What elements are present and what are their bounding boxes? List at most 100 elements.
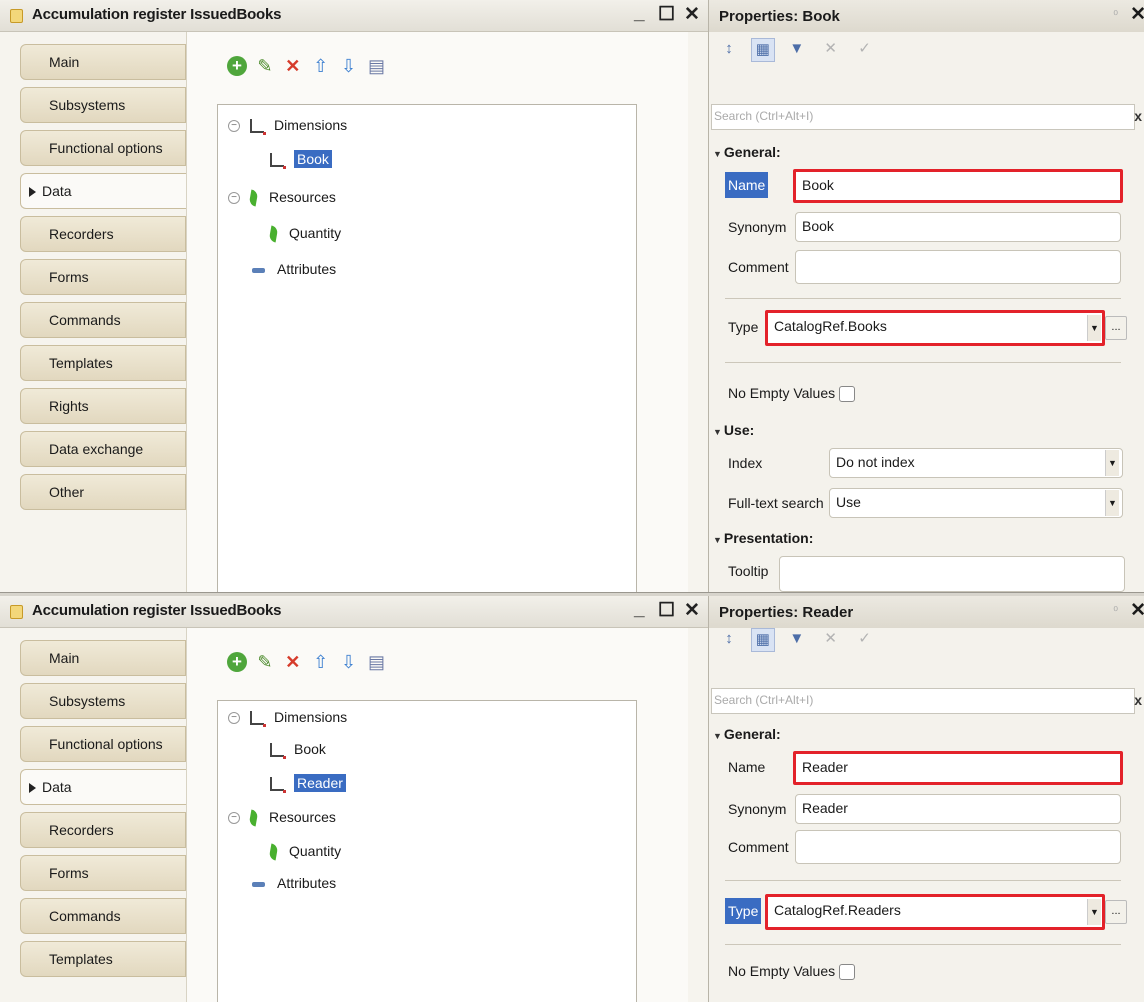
tree-node-resources[interactable]: − Resources	[228, 185, 336, 209]
select-button[interactable]: ...	[1105, 900, 1127, 924]
categories-icon[interactable]: ▦	[750, 628, 775, 652]
dropdown-arrow-icon[interactable]: ▼	[1087, 315, 1101, 341]
move-down-icon[interactable]: ⇩	[339, 652, 359, 672]
dimension-icon	[250, 711, 266, 728]
tooltip-field[interactable]	[779, 556, 1125, 592]
pin-icon[interactable]: ⁰	[1113, 8, 1118, 22]
move-down-icon[interactable]: ⇩	[339, 56, 359, 76]
tab-main[interactable]: Main	[20, 44, 186, 80]
tab-forms[interactable]: Forms	[20, 855, 186, 891]
scrollbar[interactable]	[1128, 134, 1144, 594]
clear-search-icon[interactable]: x	[1134, 692, 1142, 708]
tree-node-resources[interactable]: − Resources	[228, 805, 336, 829]
edit-icon[interactable]: ✎	[255, 56, 275, 76]
cancel-icon[interactable]: ✕	[819, 38, 843, 62]
add-icon[interactable]: +	[227, 652, 247, 672]
tab-data[interactable]: Data	[20, 173, 192, 209]
scrollbar[interactable]	[1128, 718, 1144, 1002]
dropdown-arrow-icon[interactable]: ▼	[1087, 899, 1101, 925]
tab-functional-options[interactable]: Functional options	[20, 130, 186, 166]
synonym-field[interactable]: Book	[795, 212, 1121, 242]
tab-functional-options[interactable]: Functional options	[20, 726, 186, 762]
name-field[interactable]: Reader	[793, 751, 1123, 785]
fulltext-select[interactable]: Use	[829, 488, 1123, 518]
tree-node-quantity[interactable]: Quantity	[268, 839, 341, 863]
no-empty-values-checkbox[interactable]	[839, 964, 856, 981]
move-up-icon[interactable]: ⇧	[311, 652, 331, 672]
cancel-icon[interactable]: ✕	[819, 628, 843, 652]
tab-subsystems[interactable]: Subsystems	[20, 683, 186, 719]
close-button[interactable]: ✕	[684, 599, 700, 622]
group-general[interactable]: ▼ General:	[713, 726, 781, 742]
filter-icon[interactable]: ▼	[785, 38, 809, 62]
delete-icon[interactable]: ✕	[283, 652, 303, 672]
collapse-icon[interactable]: −	[228, 192, 240, 205]
tree-toolbar: + ✎ ✕ ⇧ ⇩ ▤	[227, 652, 390, 678]
collapse-icon[interactable]: −	[228, 712, 240, 725]
filter-icon[interactable]: ▼	[785, 628, 809, 652]
index-select[interactable]: Do not index	[829, 448, 1123, 478]
maximize-button[interactable]: ☐	[658, 599, 675, 622]
categories-icon[interactable]: ▦	[750, 38, 775, 62]
sort-az-icon[interactable]: ↕	[717, 38, 741, 62]
tree-node-reader[interactable]: Reader	[270, 771, 346, 795]
maximize-button[interactable]: ☐	[658, 3, 675, 26]
tab-forms[interactable]: Forms	[20, 259, 186, 295]
tree-node-attributes[interactable]: Attributes	[252, 257, 336, 281]
tab-commands[interactable]: Commands	[20, 302, 186, 338]
sort-az-icon[interactable]: ↕	[717, 628, 741, 652]
tab-templates[interactable]: Templates	[20, 345, 186, 381]
tab-data-exchange[interactable]: Data exchange	[20, 431, 186, 467]
tab-rights[interactable]: Rights	[20, 388, 186, 424]
tree-node-dimensions[interactable]: − Dimensions	[228, 113, 347, 137]
no-empty-values-label: No Empty Values	[725, 958, 858, 984]
type-field[interactable]: CatalogRef.Books	[765, 310, 1105, 346]
apply-icon[interactable]: ✓	[853, 628, 877, 652]
type-field[interactable]: CatalogRef.Readers	[765, 894, 1105, 930]
add-icon[interactable]: +	[227, 56, 247, 76]
tab-subsystems[interactable]: Subsystems	[20, 87, 186, 123]
comment-field[interactable]	[795, 250, 1121, 284]
tab-main[interactable]: Main	[20, 640, 186, 676]
tab-data[interactable]: Data	[20, 769, 192, 805]
tree-node-dimensions[interactable]: − Dimensions	[228, 705, 347, 729]
tree-node-quantity[interactable]: Quantity	[268, 221, 341, 245]
attribute-icon	[252, 267, 265, 273]
tree-node-book[interactable]: Book	[270, 147, 332, 171]
group-use[interactable]: ▼ Use:	[713, 422, 754, 438]
tab-commands[interactable]: Commands	[20, 898, 186, 934]
no-empty-values-checkbox[interactable]	[839, 386, 856, 403]
minimize-button[interactable]: _	[634, 3, 645, 25]
tab-templates[interactable]: Templates	[20, 941, 186, 977]
delete-icon[interactable]: ✕	[283, 56, 303, 76]
name-field[interactable]: Book	[793, 169, 1123, 203]
collapse-icon[interactable]: −	[228, 120, 240, 133]
group-general[interactable]: ▼ General:	[713, 144, 781, 160]
tab-recorders[interactable]: Recorders	[20, 812, 186, 848]
search-input[interactable]: Search (Ctrl+Alt+I)	[711, 688, 1135, 714]
tab-other[interactable]: Other	[20, 474, 186, 510]
search-input[interactable]: Search (Ctrl+Alt+I)	[711, 104, 1135, 130]
tree-node-attributes[interactable]: Attributes	[252, 871, 336, 895]
collapse-icon[interactable]: −	[228, 812, 240, 825]
close-icon[interactable]: ✕	[1130, 3, 1144, 26]
clear-search-icon[interactable]: x	[1134, 108, 1142, 124]
select-button[interactable]: ...	[1105, 316, 1127, 340]
group-presentation[interactable]: ▼ Presentation:	[713, 530, 813, 546]
dropdown-arrow-icon[interactable]: ▼	[1105, 490, 1119, 516]
tab-recorders[interactable]: Recorders	[20, 216, 186, 252]
pin-icon[interactable]: ⁰	[1113, 604, 1118, 618]
synonym-field[interactable]: Reader	[795, 794, 1121, 824]
sort-list-icon[interactable]: ▤	[366, 652, 386, 672]
minimize-button[interactable]: _	[634, 599, 645, 621]
edit-icon[interactable]: ✎	[255, 652, 275, 672]
close-icon[interactable]: ✕	[1130, 599, 1144, 622]
comment-field[interactable]	[795, 830, 1121, 864]
sort-list-icon[interactable]: ▤	[366, 56, 386, 76]
apply-icon[interactable]: ✓	[853, 38, 877, 62]
type-label: Type	[725, 898, 762, 924]
close-button[interactable]: ✕	[684, 3, 700, 26]
tree-node-book[interactable]: Book	[270, 737, 326, 761]
dropdown-arrow-icon[interactable]: ▼	[1105, 450, 1119, 476]
move-up-icon[interactable]: ⇧	[311, 56, 331, 76]
